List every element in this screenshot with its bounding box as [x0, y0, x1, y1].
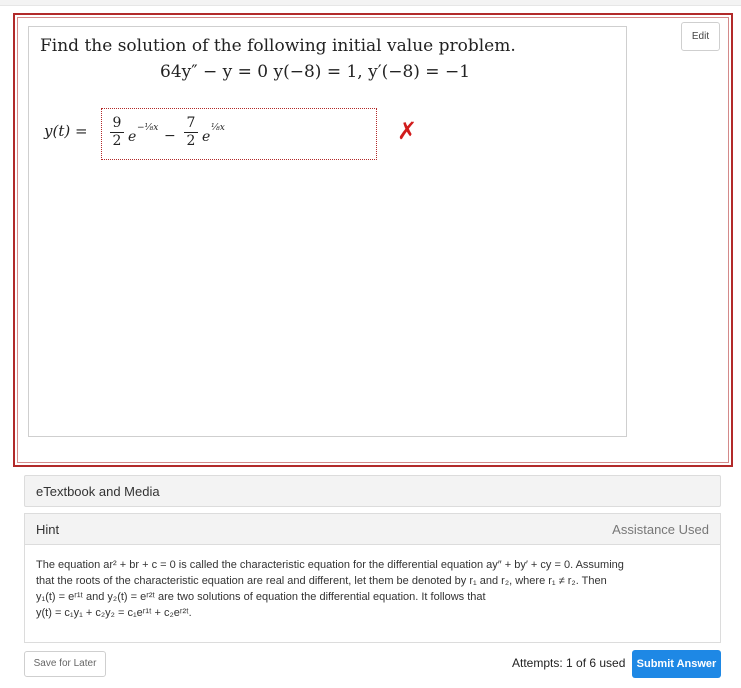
save-for-later-button[interactable]: Save for Later: [24, 651, 106, 677]
term1-denominator: 2: [112, 133, 122, 149]
answer-label: y(t) =: [44, 122, 88, 140]
hint-body: The equation ar² + br + c = 0 is called …: [36, 557, 716, 621]
submit-answer-button[interactable]: Submit Answer: [632, 650, 721, 678]
question-box: [28, 26, 627, 437]
hint-line: y₁(t) = eʳ¹ᵗ and y₂(t) = eʳ²ᵗ are two so…: [36, 591, 486, 603]
top-strip: [0, 0, 741, 6]
term1-numerator: 9: [112, 115, 122, 131]
assistance-used-label: Assistance Used: [612, 522, 709, 537]
term1-fraction: 9 2: [110, 116, 124, 149]
hint-header[interactable]: Hint Assistance Used: [25, 514, 720, 545]
term2-numerator: 7: [186, 115, 196, 131]
edit-button[interactable]: Edit: [681, 22, 720, 51]
hint-panel: Hint Assistance Used The equation ar² + …: [24, 513, 721, 643]
attempts-counter: Attempts: 1 of 6 used: [512, 656, 626, 670]
hint-line: y(t) = c₁y₁ + c₂y₂ = c₁eʳ¹ᵗ + c₂eʳ²ᵗ.: [36, 607, 192, 619]
hint-line: that the roots of the characteristic equ…: [36, 575, 607, 587]
term1-base: e: [128, 129, 137, 145]
term2-fraction: 7 2: [184, 116, 198, 149]
incorrect-icon: ✗: [397, 117, 418, 145]
term2-base: e: [202, 129, 211, 145]
minus-sign: −: [164, 128, 176, 144]
question-prompt: Find the solution of the following initi…: [40, 36, 516, 56]
etextbook-panel[interactable]: eTextbook and Media: [24, 475, 721, 507]
term1-exponent: −⅛x: [137, 123, 159, 133]
etextbook-label: eTextbook and Media: [36, 484, 160, 499]
term2-exponent: ⅛x: [211, 123, 225, 133]
answer-input[interactable]: 9 2 e −⅛x − 7 2 e ⅛x: [101, 108, 377, 160]
hint-title: Hint: [36, 522, 60, 537]
question-equation: 64y″ − y = 0 y(−8) = 1, y′(−8) = −1: [160, 62, 471, 82]
term2-denominator: 2: [186, 133, 196, 149]
hint-line: The equation ar² + br + c = 0 is called …: [36, 559, 624, 571]
